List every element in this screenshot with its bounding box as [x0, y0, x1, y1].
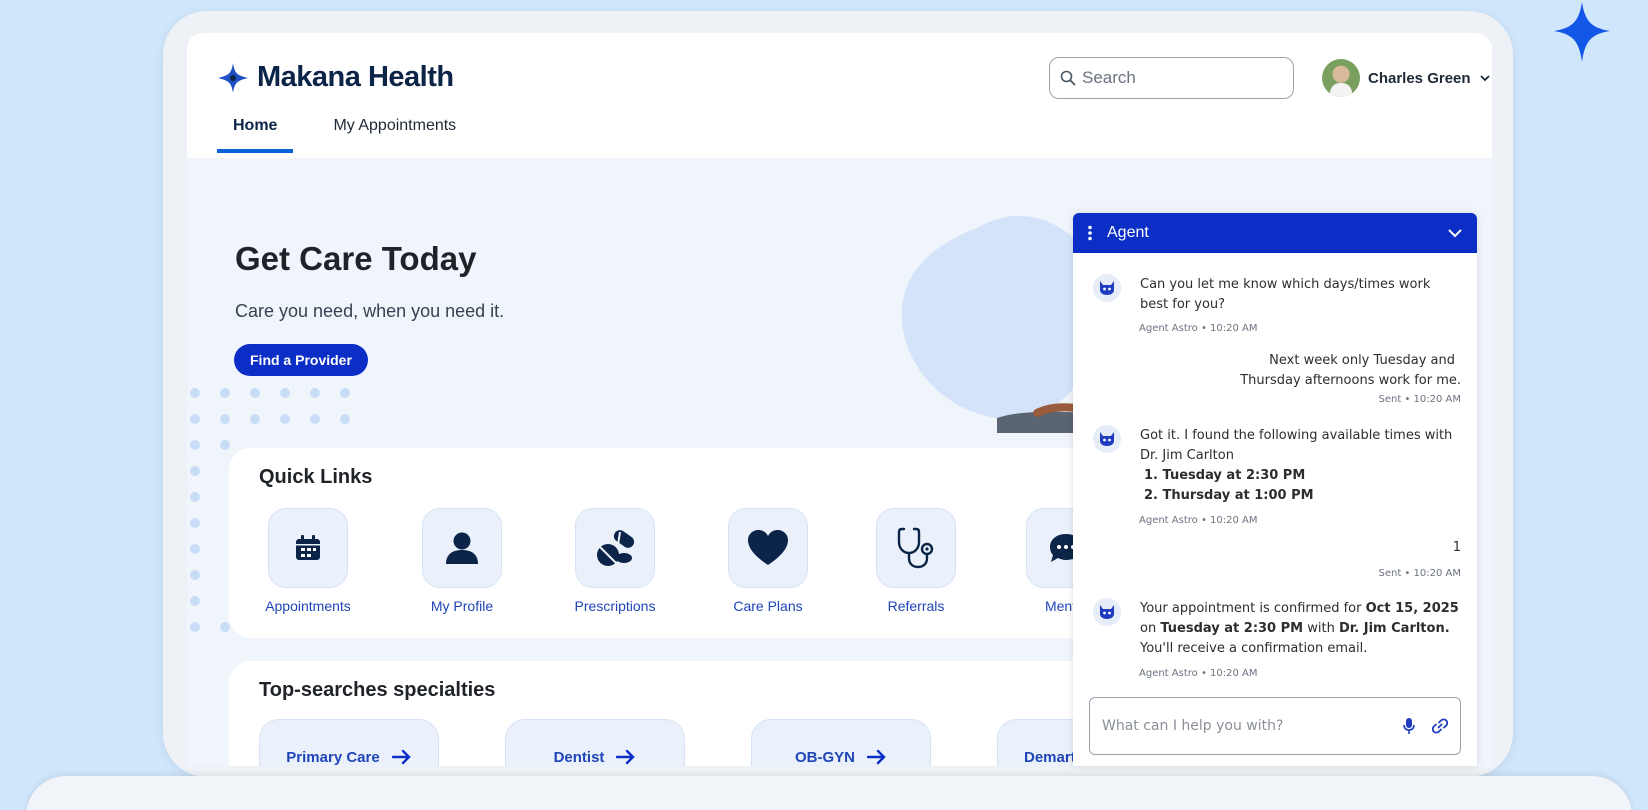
- chevron-down-icon: [1479, 75, 1490, 82]
- quick-link-referrals[interactable]: Referrals: [861, 508, 971, 614]
- specialty-primary-care[interactable]: Primary Care: [259, 719, 439, 766]
- agent-chat-panel: Agent Can you let me know which days/tim…: [1073, 213, 1477, 766]
- message-meta: Sent • 10:20 AM: [1378, 568, 1461, 579]
- quick-link-label: Prescriptions: [574, 598, 656, 614]
- bot-avatar-icon: [1093, 598, 1121, 626]
- user-menu[interactable]: Charles Green: [1322, 59, 1491, 97]
- time-option[interactable]: 1. Tuesday at 2:30 PM: [1144, 466, 1305, 486]
- brand-name: Makana Health: [257, 61, 454, 93]
- sparkle-decoration: [1554, 2, 1610, 62]
- agent-title: Agent: [1107, 224, 1149, 241]
- specialties-title: Top-searches specialties: [259, 679, 496, 701]
- quick-link-prescriptions[interactable]: Prescriptions: [560, 508, 670, 614]
- quick-link-my-profile[interactable]: My Profile: [407, 508, 517, 614]
- chat-composer-input[interactable]: What can I help you with?: [1089, 697, 1461, 755]
- search-input[interactable]: Search: [1049, 57, 1294, 99]
- bot-avatar-icon: [1093, 274, 1121, 302]
- more-vertical-icon[interactable]: [1087, 225, 1093, 241]
- heart-icon: [748, 530, 788, 565]
- pills-icon: [597, 530, 635, 566]
- specialty-label: Primary Care: [286, 749, 380, 766]
- agent-message: Got it. I found the following available …: [1140, 428, 1453, 463]
- attachment-link-icon[interactable]: [1432, 718, 1448, 734]
- microphone-icon[interactable]: [1402, 717, 1416, 735]
- avatar: [1322, 59, 1360, 97]
- time-option[interactable]: 2. Thursday at 1:00 PM: [1144, 486, 1314, 506]
- message-meta: Agent Astro • 10:20 AM: [1139, 515, 1258, 526]
- quick-link-care-plans[interactable]: Care Plans: [713, 508, 823, 614]
- top-header: Makana Health Search Charles Green Home …: [187, 33, 1492, 158]
- message-meta: Agent Astro • 10:20 AM: [1139, 323, 1258, 334]
- quick-link-label: Care Plans: [733, 598, 803, 614]
- user-name: Charles Green: [1368, 69, 1471, 87]
- agent-confirmation-message: Your appointment is confirmed for Oct 15…: [1140, 601, 1459, 656]
- calendar-icon: [296, 535, 320, 560]
- user-message-line: Thursday afternoons work for me.: [1240, 373, 1461, 388]
- quick-link-label: Appointments: [265, 598, 351, 614]
- laptop-base: [26, 776, 1632, 810]
- person-icon: [446, 532, 478, 564]
- arrow-right-icon: [616, 749, 636, 765]
- specialty-label: OB-GYN: [795, 749, 855, 766]
- specialty-dentist[interactable]: Dentist: [505, 719, 685, 766]
- message-meta: Agent Astro • 10:20 AM: [1139, 668, 1258, 679]
- quick-links-title: Quick Links: [259, 466, 373, 488]
- search-icon: [1060, 70, 1076, 86]
- brand-logo[interactable]: Makana Health: [217, 61, 454, 94]
- specialties-card: Top-searches specialties Primary Care De…: [229, 661, 1177, 766]
- bot-avatar-icon: [1093, 425, 1121, 453]
- hero-title: Get Care Today: [235, 240, 477, 277]
- quick-links-card: Quick Links Appointments My Profile Pres…: [229, 448, 1129, 638]
- agent-header: Agent: [1073, 213, 1477, 253]
- search-placeholder: Search: [1082, 68, 1136, 87]
- specialty-label: Demart: [1024, 749, 1076, 766]
- user-message: 1: [1452, 540, 1461, 555]
- find-provider-button[interactable]: Find a Provider: [234, 344, 368, 376]
- composer-placeholder: What can I help you with?: [1102, 718, 1284, 734]
- tab-my-appointments[interactable]: My Appointments: [317, 113, 472, 153]
- stethoscope-icon: [897, 527, 934, 569]
- specialty-ob-gyn[interactable]: OB-GYN: [751, 719, 931, 766]
- hero-subtitle: Care you need, when you need it.: [235, 301, 505, 321]
- quick-link-label: My Profile: [430, 598, 494, 614]
- cross-logo-icon: [218, 62, 248, 93]
- collapse-chevron-icon[interactable]: [1447, 227, 1463, 239]
- arrow-right-icon: [391, 749, 411, 765]
- user-message-line: Next week only Tuesday and: [1269, 353, 1455, 368]
- agent-message: Can you let me know which days/times wor…: [1140, 277, 1431, 312]
- specialty-label: Dentist: [553, 749, 605, 766]
- quick-link-label: Referrals: [887, 598, 945, 614]
- tab-home[interactable]: Home: [217, 113, 294, 153]
- quick-link-appointments[interactable]: Appointments: [253, 508, 363, 614]
- arrow-right-icon: [867, 749, 886, 765]
- message-meta: Sent • 10:20 AM: [1378, 394, 1461, 405]
- main-tabs: Home My Appointments: [217, 113, 472, 153]
